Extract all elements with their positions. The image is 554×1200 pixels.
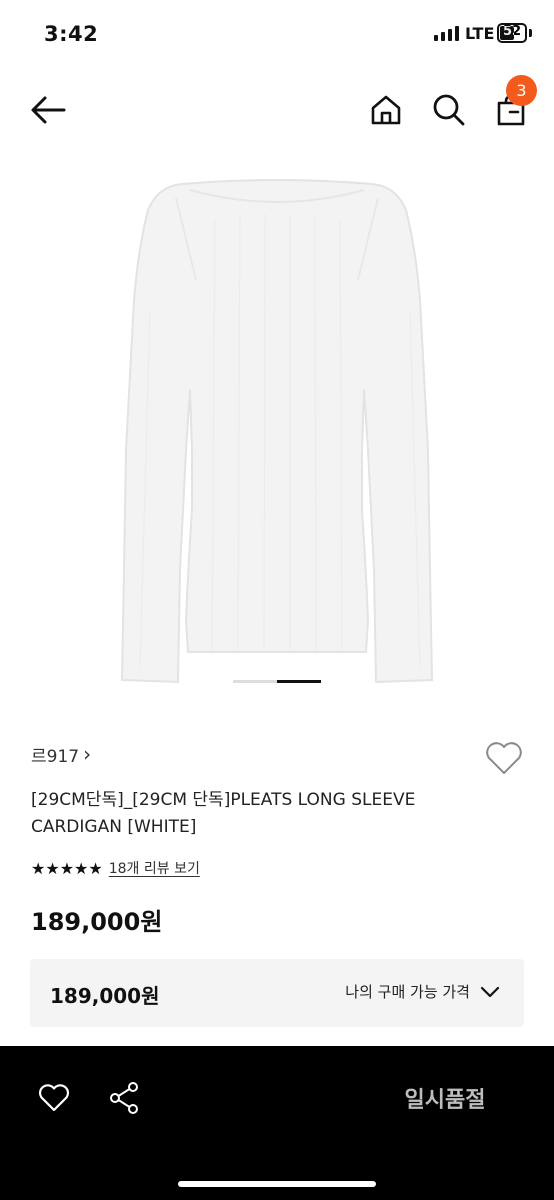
search-icon [433,94,465,126]
purchasable-price: 189,000원 [50,984,160,1008]
share-icon [110,1082,138,1114]
cart-count-badge: 3 [506,75,537,106]
signal-icon [434,26,459,41]
chevron-down-icon [480,986,500,997]
product-title: [29CM단독]_[29CM 단독]PLEATS LONG SLEEVE CAR… [31,790,416,837]
rating-stars: ★★★★★ [31,858,103,878]
heart-icon [486,742,522,774]
rating-row: ★★★★★ 18개 리뷰 보기 [31,858,200,878]
heart-icon [38,1084,70,1112]
status-time: 3:42 [44,22,99,46]
home-indicator [178,1181,376,1187]
like-button[interactable] [481,735,527,781]
share-button[interactable] [103,1077,145,1119]
back-button[interactable] [26,88,70,132]
brand-name: 르917 [31,747,80,767]
bottom-like-button[interactable] [33,1077,75,1119]
soldout-button[interactable]: 일시품절 [370,1074,520,1122]
network-label: LTE [465,24,495,43]
cardigan-photo [0,150,554,688]
back-arrow-icon [31,96,66,124]
carousel-indicator [233,680,321,683]
product-price: 189,000원 [31,908,163,936]
product-image[interactable] [0,150,554,688]
battery-level: 52 [502,24,522,39]
purchasable-price-box[interactable]: 189,000원 나의 구매 가능 가격 [30,959,524,1027]
home-icon [371,95,401,125]
bottom-action-bar [0,1046,554,1200]
search-button[interactable] [427,88,471,132]
carousel-active-segment [277,680,321,683]
home-button[interactable] [364,88,408,132]
chevron-right-icon: › [83,742,92,766]
purchasable-price-label: 나의 구매 가능 가격 [345,983,470,1001]
purchasable-price-toggle[interactable]: 나의 구매 가능 가격 [345,981,500,1002]
battery-tip [529,29,532,37]
brand-link[interactable]: 르917 › [31,742,91,767]
review-link[interactable]: 18개 리뷰 보기 [109,858,200,878]
battery-icon: 52 [497,23,527,43]
